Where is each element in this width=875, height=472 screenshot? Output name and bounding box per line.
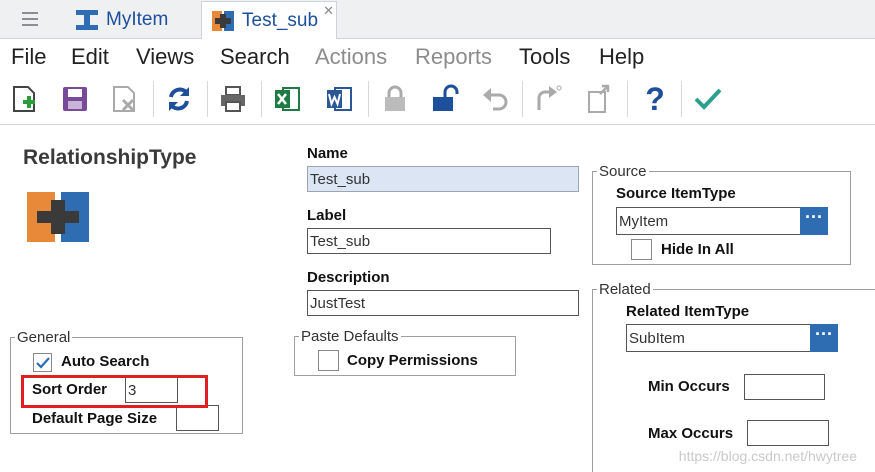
tab-bar: MyItem Test_sub ✕ xyxy=(0,0,875,39)
copy-permissions-label: Copy Permissions xyxy=(347,352,478,369)
delete-icon[interactable] xyxy=(110,83,140,115)
done-icon[interactable] xyxy=(693,83,723,115)
name-input[interactable] xyxy=(307,166,579,192)
toolbar-separator xyxy=(681,81,682,117)
copy-permissions-checkbox[interactable] xyxy=(318,350,339,371)
hide-in-all-checkbox[interactable] xyxy=(631,239,652,260)
export-icon[interactable] xyxy=(585,83,615,115)
toolbar-separator xyxy=(368,81,369,117)
sort-order-highlight xyxy=(21,375,208,408)
menu-views[interactable]: Views xyxy=(136,44,194,70)
menu-search[interactable]: Search xyxy=(220,44,290,70)
toolbar-separator xyxy=(153,81,154,117)
max-occurs-label: Max Occurs xyxy=(648,425,734,442)
auto-search-checkbox[interactable] xyxy=(33,353,52,372)
menu-reports[interactable]: Reports xyxy=(415,44,492,70)
related-itemtype-lookup-button[interactable]: ··· xyxy=(810,324,838,352)
source-legend: Source xyxy=(597,163,649,180)
related-legend: Related xyxy=(597,281,653,298)
menu-actions[interactable]: Actions xyxy=(315,44,387,70)
new-icon[interactable] xyxy=(10,83,40,115)
tab-test-sub-label: Test_sub xyxy=(242,10,319,31)
hamburger-menu-icon[interactable] xyxy=(22,12,38,26)
label-label: Label xyxy=(307,207,347,224)
related-itemtype-input[interactable] xyxy=(626,324,811,352)
menu-help[interactable]: Help xyxy=(599,44,644,70)
close-tab-icon[interactable]: ✕ xyxy=(323,3,334,19)
default-page-size-input[interactable] xyxy=(176,405,219,431)
min-occurs-input[interactable] xyxy=(744,374,825,400)
default-page-size-label: Default Page Size xyxy=(32,410,158,427)
help-icon[interactable]: ? xyxy=(640,81,670,117)
source-itemtype-label: Source ItemType xyxy=(616,185,736,202)
relationshiptype-icon xyxy=(212,11,234,31)
source-itemtype-lookup-button[interactable]: ··· xyxy=(800,207,828,235)
word-icon[interactable] xyxy=(324,83,354,115)
toolbar-separator xyxy=(207,81,208,117)
toolbar-separator xyxy=(627,81,628,117)
lock-icon[interactable] xyxy=(380,83,410,115)
tab-myitem[interactable]: MyItem xyxy=(60,1,200,38)
toolbar: ? xyxy=(0,75,875,125)
save-icon[interactable] xyxy=(60,83,90,115)
name-label: Name xyxy=(307,145,348,162)
toolbar-separator xyxy=(522,81,523,117)
relationshiptype-large-icon xyxy=(27,192,89,242)
promote-icon[interactable] xyxy=(533,83,563,115)
unlock-icon[interactable] xyxy=(430,83,460,115)
menu-edit[interactable]: Edit xyxy=(71,44,109,70)
min-occurs-label: Min Occurs xyxy=(648,378,730,395)
max-occurs-input[interactable] xyxy=(747,420,829,446)
toolbar-separator xyxy=(261,81,262,117)
general-legend: General xyxy=(15,329,73,346)
print-icon[interactable] xyxy=(218,83,248,115)
auto-search-label: Auto Search xyxy=(61,353,150,370)
menu-tools[interactable]: Tools xyxy=(519,44,570,70)
tab-test-sub[interactable]: Test_sub ✕ xyxy=(201,1,337,39)
paste-defaults-legend: Paste Defaults xyxy=(299,328,401,345)
tab-myitem-label: MyItem xyxy=(106,9,169,30)
undo-icon[interactable] xyxy=(480,83,510,115)
excel-icon[interactable] xyxy=(272,83,302,115)
watermark: https://blog.csdn.net/hwytree xyxy=(678,448,857,464)
refresh-icon[interactable] xyxy=(164,83,194,115)
hide-in-all-label: Hide In All xyxy=(661,241,734,258)
source-itemtype-input[interactable] xyxy=(616,207,801,235)
itemtype-icon xyxy=(76,10,98,30)
page-title: RelationshipType xyxy=(23,146,197,169)
menu-bar: File Edit Views Search Actions Reports T… xyxy=(0,39,875,75)
related-itemtype-label: Related ItemType xyxy=(626,303,750,320)
description-label: Description xyxy=(307,269,390,286)
label-input[interactable] xyxy=(307,228,551,254)
description-input[interactable] xyxy=(307,290,579,316)
menu-file[interactable]: File xyxy=(11,44,46,70)
